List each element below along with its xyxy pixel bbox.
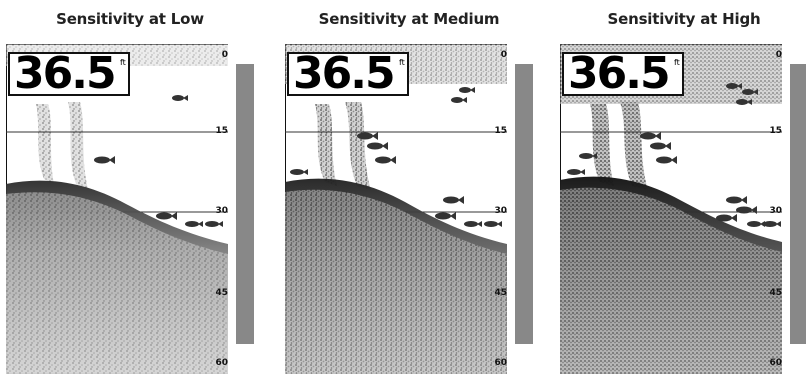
scale-label: 30 [215,206,228,216]
panel-title: Sensitivity at Low [56,10,204,28]
scale-label: 30 [494,206,507,216]
scale-label: 30 [769,206,782,216]
scale-label: 15 [215,126,228,136]
depth-readout: 36.5 ft [8,48,130,99]
scale-label: 0 [775,50,782,60]
scale-strip [236,64,254,344]
scale-label: 60 [215,358,228,368]
depth-readout: 36.5 ft [287,48,409,99]
depth-value: 36.5 [568,48,671,99]
scale-label: 0 [221,50,228,60]
panel-title: Sensitivity at High [607,10,761,28]
depth-unit: ft [399,58,405,67]
sonar-screen: 36.5 ft 0 15 30 45 60 [6,44,254,374]
sonar-screen: 36.5 ft 0 15 30 45 60 [560,44,806,374]
scale-label: 60 [494,358,507,368]
scale-label: 0 [500,50,507,60]
scale-label: 45 [494,288,507,298]
scale-strip [790,64,806,344]
depth-value: 36.5 [14,48,117,99]
scale-label: 15 [769,126,782,136]
depth-unit: ft [674,58,680,67]
depth-value: 36.5 [293,48,396,99]
panel-title: Sensitivity at Medium [318,10,500,28]
sonar-screen: 36.5 ft 0 15 30 45 60 [285,44,533,374]
depth-unit: ft [120,58,126,67]
sonar-sensitivity-comparison: Sensitivity at Low 36.5 ft 0 15 30 45 60… [0,0,806,374]
scale-label: 60 [769,358,782,368]
panel-medium: Sensitivity at Medium 36.5 ft 0 15 30 45… [285,0,533,374]
panel-high: Sensitivity at High 36.5 ft 0 15 30 45 6… [560,0,806,374]
scale-label: 45 [769,288,782,298]
panel-low: Sensitivity at Low 36.5 ft 0 15 30 45 60 [6,0,254,374]
scale-label: 45 [215,288,228,298]
scale-label: 15 [494,126,507,136]
scale-strip [515,64,533,344]
depth-readout: 36.5 ft [562,48,684,99]
